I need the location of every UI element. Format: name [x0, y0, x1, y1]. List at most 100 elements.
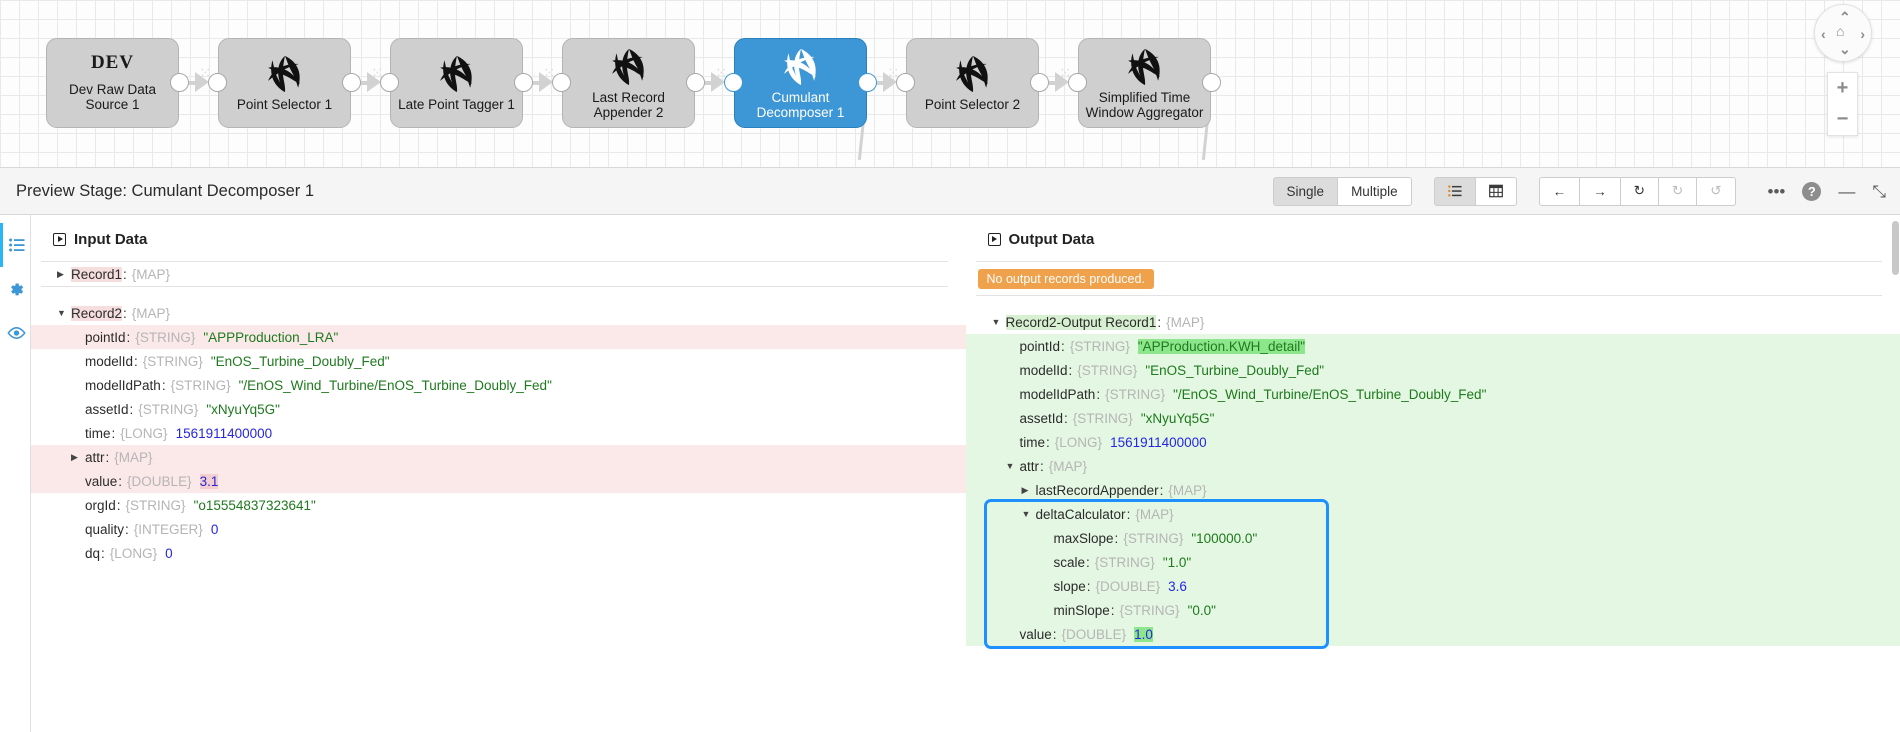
node-input-port[interactable]	[208, 73, 227, 92]
node-output-port[interactable]	[170, 73, 189, 92]
node-output-port[interactable]	[1202, 73, 1221, 92]
help-icon[interactable]: ?	[1802, 182, 1821, 201]
zoom-out-button[interactable]: −	[1828, 104, 1857, 135]
pipeline-node-simplified-time-window-aggregator[interactable]: Simplified Time Window Aggregator	[1078, 38, 1211, 128]
tree-row-pointId[interactable]: pointId:{STRING}"APPProduction_LRA"	[31, 325, 966, 349]
node-input-port[interactable]	[1068, 73, 1087, 92]
tree-row-modelId[interactable]: modelId:{STRING}"EnOS_Turbine_Doubly_Fed…	[31, 349, 966, 373]
tree-row-lastRecordAppender[interactable]: ▶lastRecordAppender:{MAP}	[966, 478, 1900, 502]
tree-value: 3.6	[1168, 579, 1187, 594]
preview-content: Input Data ▶Record1:{MAP}▼Record2:{MAP}p…	[0, 215, 1900, 732]
pan-up-icon[interactable]: ⌃	[1839, 10, 1851, 24]
node-input-port[interactable]	[552, 73, 571, 92]
tree-key: orgId	[85, 498, 116, 513]
vertical-scrollbar[interactable]	[1892, 221, 1899, 275]
pan-left-icon[interactable]: ‹	[1821, 27, 1826, 41]
pipeline-node-dev-raw-data-source-1[interactable]: DEVDev Raw Data Source 1	[46, 38, 179, 128]
node-output-port[interactable]	[514, 73, 533, 92]
pipeline-node-point-selector-1[interactable]: Point Selector 1	[218, 38, 351, 128]
refresh-all-button[interactable]: ↻	[1659, 177, 1697, 206]
tree-row-deltaCalculator[interactable]: ▼deltaCalculator:{MAP}	[966, 502, 1900, 526]
pipeline-node-point-selector-2[interactable]: Point Selector 2	[906, 38, 1039, 128]
node-output-port[interactable]	[858, 73, 877, 92]
record-mode-multiple[interactable]: Multiple	[1338, 177, 1412, 206]
minimize-icon[interactable]: —	[1838, 183, 1855, 200]
tree-key: modelId	[1020, 363, 1068, 378]
zoom-in-button[interactable]: +	[1828, 73, 1857, 104]
caret-down-icon[interactable]: ▼	[1006, 461, 1020, 471]
pipeline-node-last-record-appender-2[interactable]: Last Record Appender 2	[562, 38, 695, 128]
canvas-zoom-controls[interactable]: + −	[1827, 72, 1858, 136]
record-mode-toggle[interactable]: Single Multiple	[1273, 177, 1412, 206]
tree-row-dq[interactable]: dq:{LONG}0	[31, 541, 966, 565]
pipeline-node-cumulant-decomposer-1[interactable]: Cumulant Decomposer 1	[734, 38, 867, 128]
input-data-tree[interactable]: ▶Record1:{MAP} ▼Record2:{MAP}pointId:{STR…	[31, 262, 966, 565]
node-output-port[interactable]	[686, 73, 705, 92]
output-data-tree[interactable]: No output records produced.▼Record2-Outp…	[966, 262, 1900, 646]
input-data-pane: Input Data ▶Record1:{MAP}▼Record2:{MAP}p…	[31, 215, 966, 732]
caret-right-icon[interactable]: ▶	[71, 452, 85, 463]
tree-key: minSlope	[1054, 603, 1110, 618]
tree-row-attr[interactable]: ▼attr:{MAP}	[966, 454, 1900, 478]
table-view-button[interactable]	[1476, 177, 1517, 206]
tree-row-orgId[interactable]: orgId:{STRING}"o15554837323641"	[31, 493, 966, 517]
play-square-icon	[988, 233, 1001, 246]
view-mode-toggle[interactable]	[1434, 177, 1517, 206]
tree-row-maxSlope[interactable]: maxSlope:{STRING}"100000.0"	[966, 526, 1900, 550]
pipeline-canvas[interactable]: ⁙⁙⁙⁙⁙⁙ DEVDev Raw Data Source 1Point Sel…	[0, 0, 1900, 167]
tree-row-slope[interactable]: slope:{DOUBLE}3.6	[966, 574, 1900, 598]
tree-row-time[interactable]: time:{LONG}1561911400000	[966, 430, 1900, 454]
canvas-navigation-pad[interactable]: ⌃ ⌄ ‹ › ⌂	[1814, 4, 1872, 62]
node-input-port[interactable]	[380, 73, 399, 92]
tree-row-record1[interactable]: ▶Record1:{MAP}	[31, 262, 966, 286]
node-input-port[interactable]	[724, 73, 743, 92]
more-options-icon[interactable]: •••	[1768, 183, 1786, 200]
tree-row-record2[interactable]: ▼Record2:{MAP}	[31, 301, 966, 325]
tree-value: "APProduction.KWH_detail"	[1138, 339, 1305, 354]
revert-button[interactable]: ↺	[1697, 177, 1735, 206]
tree-row-quality[interactable]: quality:{INTEGER}0	[31, 517, 966, 541]
caret-down-icon[interactable]: ▼	[57, 308, 71, 318]
step-back-button[interactable]: ←	[1539, 177, 1581, 206]
tree-type: {STRING}	[1095, 555, 1155, 570]
caret-down-icon[interactable]: ▼	[1022, 509, 1036, 519]
tree-row-modelIdPath[interactable]: modelIdPath:{STRING}"/EnOS_Wind_Turbine/…	[966, 382, 1900, 406]
sidebar-item-data-list[interactable]	[0, 223, 30, 267]
caret-right-icon[interactable]: ▶	[1022, 485, 1036, 496]
tree-value: 0	[211, 522, 219, 537]
tree-row-assetId[interactable]: assetId:{STRING}"xNyuYq5G"	[31, 397, 966, 421]
step-forward-button[interactable]: →	[1580, 177, 1621, 206]
tree-type: {STRING}	[1105, 387, 1165, 402]
node-output-port[interactable]	[1030, 73, 1049, 92]
tree-type: {STRING}	[1073, 411, 1133, 426]
caret-right-icon[interactable]: ▶	[57, 269, 71, 280]
pan-down-icon[interactable]: ⌄	[1839, 42, 1851, 56]
pan-right-icon[interactable]: ›	[1860, 27, 1865, 41]
tree-row-output-record[interactable]: ▼Record2-Output Record1:{MAP}	[966, 310, 1900, 334]
tree-type: {MAP}	[114, 450, 152, 465]
list-view-button[interactable]	[1434, 177, 1476, 206]
tree-row-attr[interactable]: ▶attr:{MAP}	[31, 445, 966, 469]
sidebar-item-settings[interactable]	[0, 267, 30, 311]
run-controls[interactable]: ← → ↻ ↻ ↺	[1539, 177, 1736, 206]
tree-row-time[interactable]: time:{LONG}1561911400000	[31, 421, 966, 445]
node-input-port[interactable]	[896, 73, 915, 92]
refresh-button[interactable]: ↻	[1621, 177, 1659, 206]
sidebar-item-watch[interactable]	[0, 311, 30, 355]
tree-row-modelId[interactable]: modelId:{STRING}"EnOS_Turbine_Doubly_Fed…	[966, 358, 1900, 382]
record-mode-single[interactable]: Single	[1273, 177, 1339, 206]
node-output-port[interactable]	[342, 73, 361, 92]
tree-row-value[interactable]: value:{DOUBLE}3.1	[31, 469, 966, 493]
tree-row-pointId[interactable]: pointId:{STRING}"APProduction.KWH_detail…	[966, 334, 1900, 358]
tree-type: {STRING}	[126, 498, 186, 513]
tree-row-modelIdPath[interactable]: modelIdPath:{STRING}"/EnOS_Wind_Turbine/…	[31, 373, 966, 397]
expand-icon[interactable]: ⤡	[1872, 183, 1886, 200]
home-icon[interactable]: ⌂	[1836, 24, 1844, 38]
tree-row-minSlope[interactable]: minSlope:{STRING}"0.0"	[966, 598, 1900, 622]
tree-row-value[interactable]: value:{DOUBLE}1.0	[966, 622, 1900, 646]
pipeline-node-late-point-tagger-1[interactable]: Late Point Tagger 1	[390, 38, 523, 128]
tree-row-assetId[interactable]: assetId:{STRING}"xNyuYq5G"	[966, 406, 1900, 430]
tree-colon: :	[1086, 579, 1096, 594]
tree-row-scale[interactable]: scale:{STRING}"1.0"	[966, 550, 1900, 574]
caret-down-icon[interactable]: ▼	[992, 317, 1006, 327]
